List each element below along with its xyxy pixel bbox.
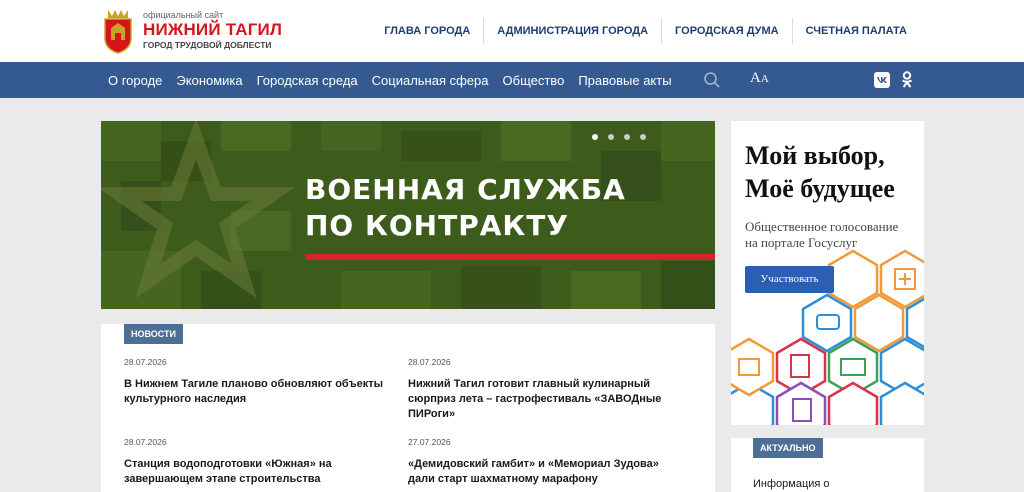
news-title[interactable]: «Демидовский гамбит» и «Мемориал Зудова»… (408, 457, 678, 487)
actual-tag[interactable]: АКТУАЛЬНО (753, 438, 823, 458)
slider-dots (592, 134, 646, 140)
promo-description-line: на портале Госуслуг (745, 235, 858, 250)
font-size-large-label: А (750, 70, 761, 86)
nav-item-urban-environment[interactable]: Городская среда (250, 73, 365, 88)
slider-dot[interactable] (640, 134, 646, 140)
news-tag[interactable]: НОВОСТИ (124, 324, 184, 344)
news-item[interactable]: 27.07.2026 «Демидовский гамбит» и «Мемор… (408, 437, 678, 487)
slider-dot[interactable] (592, 134, 598, 140)
news-section: НОВОСТИ 28.07.2026 В Нижнем Тагиле плано… (101, 324, 715, 492)
top-link-mayor[interactable]: ГЛАВА ГОРОДА (371, 18, 483, 44)
top-links: ГЛАВА ГОРОДА АДМИНИСТРАЦИЯ ГОРОДА ГОРОДС… (371, 18, 920, 44)
nav-item-society[interactable]: Общество (496, 73, 572, 88)
banner-title-line2: ПО КОНТРАКТУ (305, 209, 569, 242)
site-logo[interactable]: официальный сайт НИЖНИЙ ТАГИЛ ГОРОД ТРУД… (102, 8, 282, 54)
top-link-administration[interactable]: АДМИНИСТРАЦИЯ ГОРОДА (484, 18, 661, 44)
news-date: 27.07.2026 (408, 437, 451, 447)
logo-caption: официальный сайт (143, 10, 224, 20)
slider-dot[interactable] (624, 134, 630, 140)
promo-title: Мой выбор, Моё будущее (745, 139, 895, 205)
nav-item-about-city[interactable]: О городе (101, 73, 169, 88)
news-title[interactable]: Станция водоподготовки «Южная» на заверш… (124, 457, 394, 487)
slider-dot[interactable] (608, 134, 614, 140)
actual-item[interactable]: Информация о (753, 478, 830, 490)
top-link-city-duma[interactable]: ГОРОДСКАЯ ДУМА (662, 18, 792, 44)
promo-title-line: Моё будущее (745, 174, 895, 203)
font-size-icon[interactable]: АА (750, 70, 769, 87)
top-link-audit-chamber[interactable]: СЧЕТНАЯ ПАЛАТА (793, 18, 920, 44)
news-item[interactable]: 28.07.2026 Нижний Тагил готовит главный … (408, 357, 678, 422)
news-item[interactable]: 28.07.2026 Станция водоподготовки «Южная… (124, 437, 394, 487)
logo-title: НИЖНИЙ ТАГИЛ (143, 20, 283, 39)
nav-item-social-sphere[interactable]: Социальная сфера (365, 73, 496, 88)
news-date: 28.07.2026 (408, 357, 451, 367)
odnoklassniki-icon[interactable] (900, 71, 914, 89)
vk-icon[interactable] (874, 72, 890, 88)
promo-description: Общественное голосование на портале Госу… (745, 219, 898, 251)
promo-description-line: Общественное голосование (745, 219, 899, 234)
news-date: 28.07.2026 (124, 437, 167, 447)
promo-title-line: Мой выбор, (745, 141, 885, 170)
logo-subtitle: ГОРОД ТРУДОВОЙ ДОБЛЕСТИ (143, 40, 272, 50)
banner-title-line1: ВОЕННАЯ СЛУЖБА (305, 173, 626, 206)
news-item[interactable]: 28.07.2026 В Нижнем Тагиле планово обнов… (124, 357, 394, 407)
banner-red-stripe (305, 254, 715, 260)
city-crest-icon (102, 8, 134, 54)
participate-button[interactable]: Участвовать (745, 266, 834, 293)
promo-banner[interactable]: ВОЕННАЯ СЛУЖБА ПО КОНТРАКТУ (101, 121, 715, 309)
news-title[interactable]: В Нижнем Тагиле планово обновляют объект… (124, 377, 394, 407)
actual-section: АКТУАЛЬНО Информация о (731, 438, 924, 492)
nav-item-legal-acts[interactable]: Правовые акты (571, 73, 678, 88)
news-title[interactable]: Нижний Тагил готовит главный кулинарный … (408, 377, 678, 422)
main-nav: О городе Экономика Городская среда Социа… (0, 62, 1024, 98)
vote-promo-card[interactable]: Мой выбор, Моё будущее Общественное голо… (731, 121, 924, 425)
nav-item-economy[interactable]: Экономика (169, 73, 249, 88)
search-icon[interactable] (703, 71, 721, 89)
font-size-small-label: А (760, 73, 769, 85)
news-date: 28.07.2026 (124, 357, 167, 367)
site-header: официальный сайт НИЖНИЙ ТАГИЛ ГОРОД ТРУД… (0, 0, 1024, 62)
